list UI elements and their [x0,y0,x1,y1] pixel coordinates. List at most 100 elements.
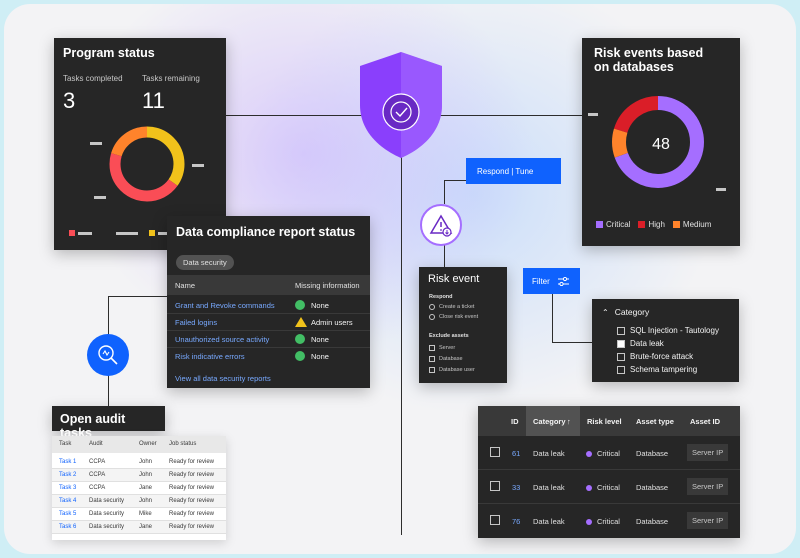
table-row[interactable]: 61 Data leak Critical Database Server IP [478,436,740,470]
risk-level-cell: Critical [586,449,620,458]
tasks-remaining-label: Tasks remaining [142,74,200,83]
compliance-row[interactable]: Unauthorized source activity None [167,331,370,348]
task-link[interactable]: Task 2 [59,472,76,478]
compliance-row[interactable]: Failed logins Admin users [167,314,370,331]
risk-events-title: Risk events based [594,46,704,60]
legend-dash [716,188,726,191]
task-link[interactable]: Task 6 [59,524,76,530]
asset-id-tag[interactable]: Server IP [687,444,729,461]
exclude-option[interactable]: Database [429,356,463,362]
table-row[interactable]: Task 5 Data security Mike Ready for revi… [52,508,226,521]
task-link[interactable]: Task 3 [59,485,76,491]
audit-cell: Data security [89,511,125,517]
status-cell: Ready for review [169,498,215,504]
checkbox-checked[interactable] [617,339,625,348]
checkbox[interactable] [429,367,435,373]
category-filter-panel: ⌃ Category SQL Injection - Tautology Dat… [592,299,739,382]
event-id-link[interactable]: 76 [512,517,520,526]
risk-events-title-line2: on databases [594,60,674,74]
risk-level-cell: Critical [586,517,620,526]
checkbox[interactable] [429,356,435,362]
critical-dot-icon [586,485,592,492]
risk-level-cell: Critical [586,483,620,492]
col-job-status: Job status [169,441,197,447]
exclude-option[interactable]: Server [429,345,455,351]
legend-dash [588,113,598,116]
task-link[interactable]: Task 4 [59,498,76,504]
table-row[interactable]: 76 Data leak Critical Database Server IP [478,504,740,538]
chevron-up-icon: ⌃ [602,307,609,317]
data-security-tag[interactable]: Data security [176,255,234,270]
risk-event-panel: Risk event Respond Create a ticket Close… [419,267,507,383]
table-row[interactable]: Task 6 Data security Jane Ready for revi… [52,521,226,534]
legend-dash [94,196,106,199]
audit-cell: CCPA [89,485,106,491]
asset-id-tag[interactable]: Server IP [687,478,729,495]
col-asset-type[interactable]: Asset type [636,417,674,426]
report-name-link[interactable]: Unauthorized source activity [175,335,269,344]
checkbox[interactable] [617,352,625,361]
asset-type-cell: Database [636,483,669,492]
radio-button[interactable] [429,304,435,310]
task-link[interactable]: Task 1 [59,459,76,465]
col-category[interactable]: Category [533,417,566,426]
report-name-link[interactable]: Grant and Revoke commands [175,301,275,310]
category-option[interactable]: Schema tampering [617,365,697,374]
connector-line [108,296,168,297]
checkbox[interactable] [617,365,625,374]
dashboard-canvas: Program status Tasks completed 3 Tasks r… [4,4,796,554]
col-risk-level[interactable]: Risk level [587,417,622,426]
view-all-reports-link[interactable]: View all data security reports [175,374,271,383]
legend-swatch [149,230,155,236]
legend-medium: Medium [672,220,711,229]
category-option[interactable]: Brute-force attack [617,352,693,361]
audit-cell: CCPA [89,472,106,478]
category-accordion-header[interactable]: ⌃ Category [602,307,729,317]
table-row[interactable]: Task 1 CCPA John Ready for review [52,456,226,469]
compliance-table-header: Name Missing information [167,275,370,295]
asset-id-tag[interactable]: Server IP [687,512,729,529]
filter-button[interactable]: Filter [523,268,580,294]
risk-total-value: 48 [652,136,670,153]
category-option[interactable]: Data leak [617,339,664,348]
table-row[interactable]: 33 Data leak Critical Database Server IP [478,470,740,504]
compliance-row[interactable]: Risk indicative errors None [167,348,370,365]
legend-high: High [638,220,665,229]
category-option[interactable]: SQL Injection - Tautology [617,326,719,335]
task-link[interactable]: Task 5 [59,511,76,517]
respond-option[interactable]: Close risk event [429,314,478,320]
compliance-row[interactable]: Grant and Revoke commands None [167,297,370,314]
table-row[interactable]: Task 3 CCPA Jane Ready for review [52,482,226,495]
risk-legend: Critical High Medium [596,220,711,229]
col-id[interactable]: ID [511,417,519,426]
table-row[interactable]: Task 4 Data security John Ready for revi… [52,495,226,508]
legend-dash [116,232,138,235]
connector-line [552,294,553,342]
event-id-link[interactable]: 61 [512,449,520,458]
analytics-circle-icon[interactable] [87,334,129,376]
event-id-link[interactable]: 33 [512,483,520,492]
row-checkbox[interactable] [490,515,500,525]
owner-cell: John [139,498,153,504]
tasks-completed-value: 3 [63,88,76,113]
row-checkbox[interactable] [490,447,500,457]
radio-button[interactable] [429,314,435,320]
connector-line [444,244,445,268]
alert-circle-icon[interactable] [420,204,462,246]
exclude-option[interactable]: Database user [429,367,475,373]
program-status-title: Program status [63,46,155,60]
report-name-link[interactable]: Failed logins [175,318,217,327]
audit-cell: Data security [89,498,125,504]
connector-line [444,180,468,181]
checkbox[interactable] [617,326,625,335]
respond-option[interactable]: Create a ticket [429,304,474,310]
connector-line [401,115,402,535]
col-asset-id[interactable]: Asset ID [690,417,720,426]
respond-tune-button[interactable]: Respond | Tune [466,158,561,184]
sort-arrow-icon[interactable]: ↑ [567,417,571,426]
row-checkbox[interactable] [490,481,500,491]
checkbox[interactable] [429,345,435,351]
col-task: Task [59,441,72,447]
report-name-link[interactable]: Risk indicative errors [175,352,245,361]
table-row[interactable]: Task 2 CCPA John Ready for review [52,469,226,482]
